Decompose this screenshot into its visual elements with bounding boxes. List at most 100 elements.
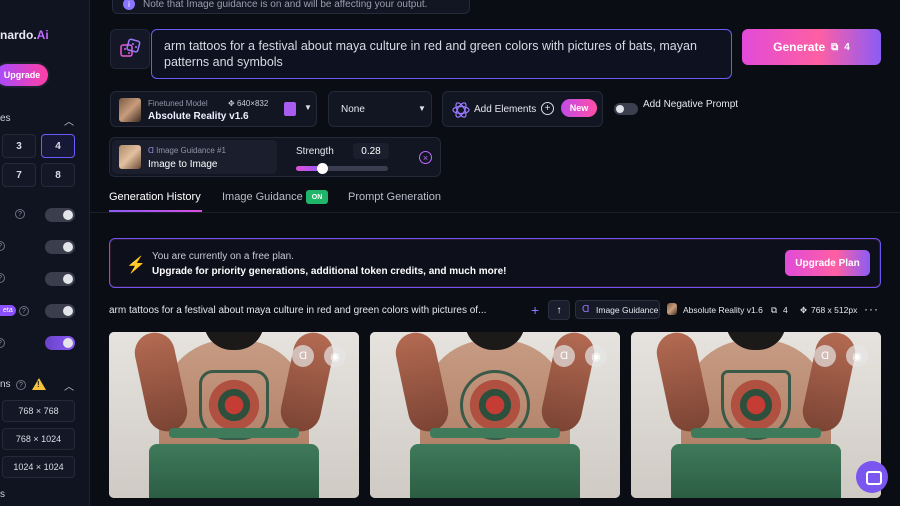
guidance-icon[interactable]: Ɑ <box>292 345 314 367</box>
sidebar: nardo.Ai Upgrade es ︿ 3 4 7 8 ? ? ? eta … <box>0 0 90 506</box>
generate-button[interactable]: Generate ⧉ 4 <box>742 29 881 65</box>
help-icon[interactable]: ? <box>0 273 5 283</box>
guidance-icon[interactable]: Ɑ <box>553 345 575 367</box>
model-mini-thumbnail <box>667 303 677 315</box>
model-thumbnail <box>119 98 141 122</box>
arrow-up-icon[interactable]: ↑ <box>548 300 570 320</box>
notice-text: Note that Image guidance is on and will … <box>143 0 428 10</box>
guidance-icon[interactable]: Ɑ <box>814 345 836 367</box>
setting-toggle-2[interactable] <box>45 240 75 254</box>
generation-prompt: arm tattoos for a festival about maya cu… <box>109 305 487 316</box>
chat-support-button[interactable] <box>856 461 888 493</box>
more-options-icon[interactable]: ··· <box>864 302 879 316</box>
brand-ai-text: Ai <box>36 28 49 42</box>
preset-icon[interactable] <box>284 102 296 116</box>
free-plan-banner: ⚡ You are currently on a free plan. Upgr… <box>109 238 881 288</box>
negative-prompt-label: Add Negative Prompt <box>643 99 739 110</box>
num-images-7[interactable]: 7 <box>2 163 36 187</box>
help-icon[interactable]: ? <box>16 380 26 390</box>
reuse-prompt-icon[interactable]: + <box>531 302 539 318</box>
warning-icon: ! <box>32 378 46 390</box>
plus-icon: + <box>541 102 554 115</box>
add-elements-label: Add Elements <box>474 104 537 115</box>
num-images-4[interactable]: 4 <box>41 134 75 158</box>
tab-image-guidance[interactable]: Image Guidance <box>222 191 303 203</box>
strength-value[interactable]: 0.28 <box>353 143 389 159</box>
eye-icon[interactable]: ◉ <box>585 345 607 367</box>
eye-icon[interactable]: ◉ <box>846 345 868 367</box>
chevron-up-icon[interactable]: ︿ <box>64 113 74 128</box>
dimensions-icon: ✥ <box>800 305 808 315</box>
generated-image-2[interactable]: Ɑ ◉ <box>370 332 620 498</box>
plan-line-2: Upgrade for priority generations, additi… <box>152 266 507 277</box>
bolt-icon: ⚡ <box>126 257 146 274</box>
prompt-input[interactable]: arm tattoos for a festival about maya cu… <box>151 29 732 79</box>
setting-toggle-3[interactable] <box>45 272 75 286</box>
plan-line-1: You are currently on a free plan. <box>152 251 294 262</box>
help-icon[interactable]: ? <box>19 306 29 316</box>
image-guidance-on-badge: ON <box>306 190 328 204</box>
image-guidance-chip[interactable]: Ɑ Image Guidance <box>575 300 660 319</box>
model-selector[interactable]: Finetuned Model ✥ 640×832 Absolute Reali… <box>110 91 317 127</box>
help-icon[interactable]: ? <box>15 209 25 219</box>
tabs-divider <box>90 212 900 213</box>
model-caption: Finetuned Model <box>148 99 208 108</box>
new-badge: New <box>561 99 597 117</box>
generate-label: Generate <box>773 40 826 54</box>
guidance-type: Image to Image <box>148 159 218 170</box>
upgrade-plan-button[interactable]: Upgrade Plan <box>785 250 870 276</box>
help-icon[interactable]: ? <box>0 241 5 251</box>
negative-prompt-toggle[interactable] <box>614 103 638 115</box>
resolution-1024x1024[interactable]: 1024 × 1024 <box>2 456 75 478</box>
help-icon[interactable]: ? <box>0 338 5 348</box>
setting-toggle-4[interactable] <box>45 304 75 318</box>
strength-label: Strength <box>296 146 334 157</box>
generate-token-count: 4 <box>844 41 850 53</box>
info-icon: i <box>123 0 135 10</box>
dimensions-label: ns <box>0 379 11 390</box>
generated-image-3[interactable]: Ɑ ◉ <box>631 332 881 498</box>
sidebar-bottom-label: s <box>0 489 5 500</box>
generation-size: 768 x 512px <box>811 305 858 315</box>
resolution-768x768[interactable]: 768 × 768 <box>2 400 75 422</box>
strength-slider-knob[interactable] <box>316 163 328 174</box>
num-images-8[interactable]: 8 <box>41 163 75 187</box>
image-guidance-item[interactable]: Ɑ Image Guidance #1 Image to Image <box>112 140 277 174</box>
dice-icon <box>120 38 141 57</box>
num-images-label: es <box>0 113 11 124</box>
image-guidance-notice: i Note that Image guidance is on and wil… <box>112 0 470 14</box>
resolution-768x1024[interactable]: 768 × 1024 <box>2 428 75 450</box>
brand-text: nardo. <box>0 28 37 42</box>
random-prompt-button[interactable] <box>110 29 150 69</box>
chevron-up-icon[interactable]: ︿ <box>64 378 74 393</box>
chevron-down-icon[interactable]: ▼ <box>304 103 312 112</box>
guidance-icon: Ɑ <box>582 304 590 315</box>
generated-image-1[interactable]: Ɑ ◉ <box>109 332 359 498</box>
model-name: Absolute Reality v1.6 <box>148 111 249 122</box>
num-images-3[interactable]: 3 <box>2 134 36 158</box>
image-guidance-card: Ɑ Image Guidance #1 Image to Image Stren… <box>109 137 441 177</box>
chevron-down-icon: ▼ <box>418 104 426 113</box>
remove-guidance-icon[interactable]: × <box>419 151 432 164</box>
strength-slider[interactable] <box>296 163 388 174</box>
style-select-value: None <box>341 104 365 115</box>
setting-toggle-5[interactable] <box>45 336 75 350</box>
model-dims: ✥ 640×832 <box>228 99 269 108</box>
beta-badge: eta <box>0 305 16 316</box>
image-guidance-chip-label: Image Guidance <box>596 304 659 315</box>
app-root: nardo.Ai Upgrade es ︿ 3 4 7 8 ? ? ? eta … <box>0 0 900 506</box>
atom-icon <box>452 102 470 118</box>
tab-prompt-generation[interactable]: Prompt Generation <box>348 191 441 203</box>
tab-generation-history[interactable]: Generation History <box>109 191 201 203</box>
style-select[interactable]: None ▼ <box>328 91 432 127</box>
image-count-icon: ⧉ <box>771 305 778 315</box>
guidance-caption: Ɑ Image Guidance #1 <box>148 146 226 155</box>
setting-toggle-1[interactable] <box>45 208 75 222</box>
brand-logo[interactable]: nardo.Ai <box>0 28 49 42</box>
guidance-thumbnail <box>119 145 141 169</box>
eye-icon[interactable]: ◉ <box>324 345 346 367</box>
generation-count: 4 <box>783 305 788 315</box>
generation-model: Absolute Reality v1.6 <box>683 305 763 315</box>
sidebar-upgrade-button[interactable]: Upgrade <box>0 64 48 86</box>
token-icon: ⧉ <box>831 41 839 53</box>
